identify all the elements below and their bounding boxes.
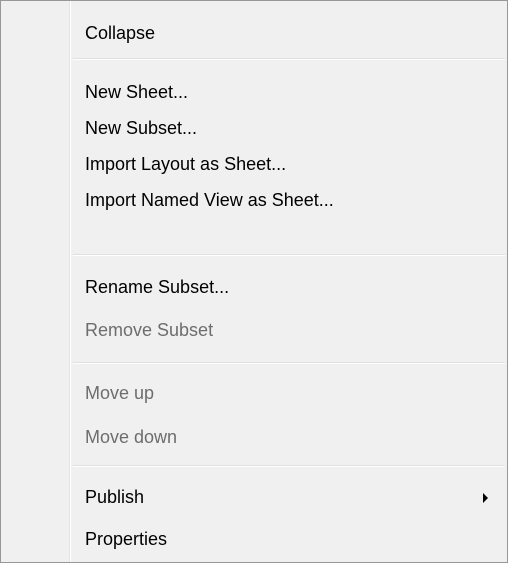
menu-item-label: Remove Subset <box>85 320 214 340</box>
menu-separator <box>73 362 505 364</box>
menu-item-label: Import Named View as Sheet... <box>85 190 334 210</box>
menu-separator <box>73 465 505 467</box>
menu-item-move-down[interactable]: Move down <box>3 419 505 455</box>
menu-item-new-subset[interactable]: New Subset... <box>3 110 505 146</box>
menu-item-new-sheet[interactable]: New Sheet... <box>3 74 505 110</box>
menu-item-label: Collapse <box>85 23 156 43</box>
menu-item-rename-subset[interactable]: Rename Subset... <box>3 269 505 305</box>
menu-item-remove-subset[interactable]: Remove Subset <box>3 312 505 348</box>
menu-separator <box>73 58 505 60</box>
menu-item-collapse[interactable]: Collapse <box>3 15 505 51</box>
menu-item-move-up[interactable]: Move up <box>3 375 505 411</box>
menu-item-label: Rename Subset... <box>85 277 230 297</box>
menu-separator <box>73 254 505 256</box>
menu-item-properties[interactable]: Properties <box>3 521 505 557</box>
menu-item-label: Move up <box>85 383 155 403</box>
menu-item-label: New Sheet... <box>85 82 189 102</box>
menu-item-label: Import Layout as Sheet... <box>85 154 287 174</box>
menu-item-import-named-view-as-sheet[interactable]: Import Named View as Sheet... <box>3 182 505 218</box>
menu-item-label: Move down <box>85 427 178 447</box>
menu-item-label: Publish <box>85 487 145 507</box>
menu-item-import-layout-as-sheet[interactable]: Import Layout as Sheet... <box>3 146 505 182</box>
context-menu: Collapse New Sheet... New Subset... Impo… <box>0 0 508 563</box>
chevron-right-icon <box>483 493 488 503</box>
menu-item-label: Properties <box>85 529 168 549</box>
menu-item-label: New Subset... <box>85 118 198 138</box>
menu-item-publish[interactable]: Publish <box>3 479 505 515</box>
